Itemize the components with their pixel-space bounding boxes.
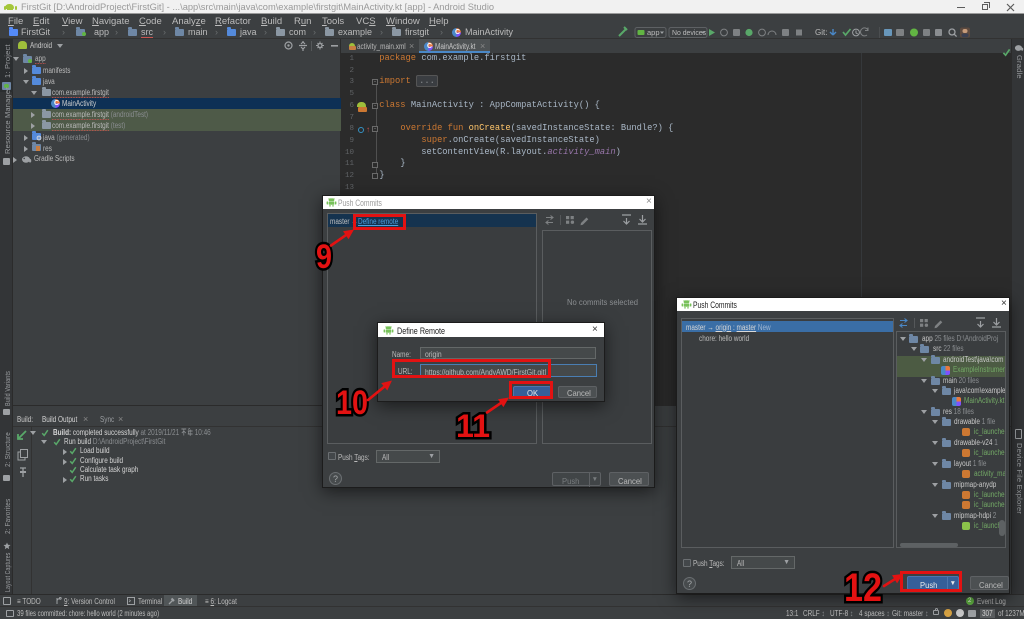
- svg-text:Git:: Git:: [815, 28, 827, 37]
- svg-text:app: app: [647, 28, 660, 37]
- svg-text:No devices: No devices: [672, 28, 706, 37]
